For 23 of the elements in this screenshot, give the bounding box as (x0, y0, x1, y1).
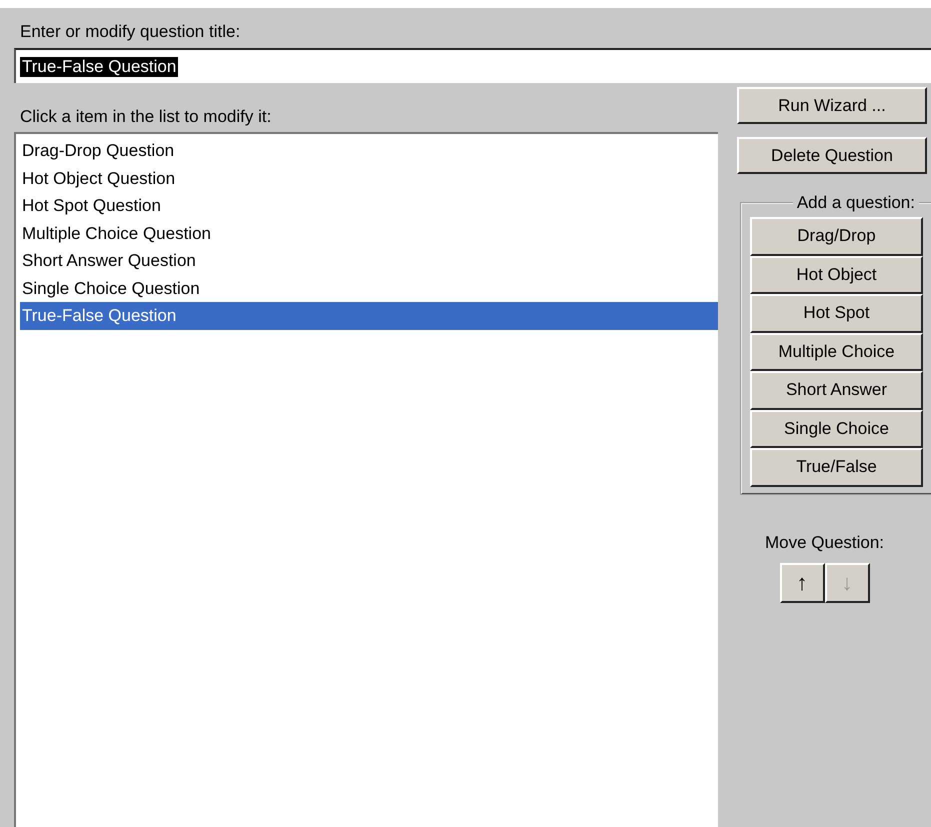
add-question-button[interactable]: Hot Object (750, 256, 923, 294)
add-question-button[interactable]: Drag/Drop (750, 217, 923, 256)
move-label: Move Question: (764, 532, 886, 552)
list-item[interactable]: Drag-Drop Question (20, 137, 718, 164)
add-question-button[interactable]: Multiple Choice (750, 332, 923, 371)
action-button[interactable]: Delete Question (737, 137, 927, 174)
add-question-button[interactable]: Short Answer (750, 371, 923, 410)
list-item[interactable]: Single Choice Question (20, 274, 718, 302)
group-title: Add a question: (796, 193, 916, 213)
list-label: Click a item in the list to modify it: (20, 107, 272, 127)
list-item[interactable]: Multiple Choice Question (20, 220, 718, 247)
list-item[interactable]: True-False Question (20, 302, 718, 330)
list-item[interactable]: Hot Object Question (20, 164, 718, 192)
list-item[interactable]: Hot Spot Question (20, 192, 718, 220)
add-question-button[interactable]: Single Choice (750, 410, 923, 448)
action-button[interactable]: Run Wizard ... (737, 87, 927, 124)
add-question-button[interactable]: Hot Spot (750, 294, 923, 332)
add-question-button[interactable]: True/False (750, 448, 923, 486)
field-value: True-False Question (20, 56, 178, 76)
title-input-field[interactable]: True-False Question (14, 48, 931, 83)
list-item[interactable]: Short Answer Question (20, 247, 718, 274)
move-button[interactable]: ↑ (780, 562, 824, 602)
field-label: Enter or modify question title: (20, 22, 242, 42)
